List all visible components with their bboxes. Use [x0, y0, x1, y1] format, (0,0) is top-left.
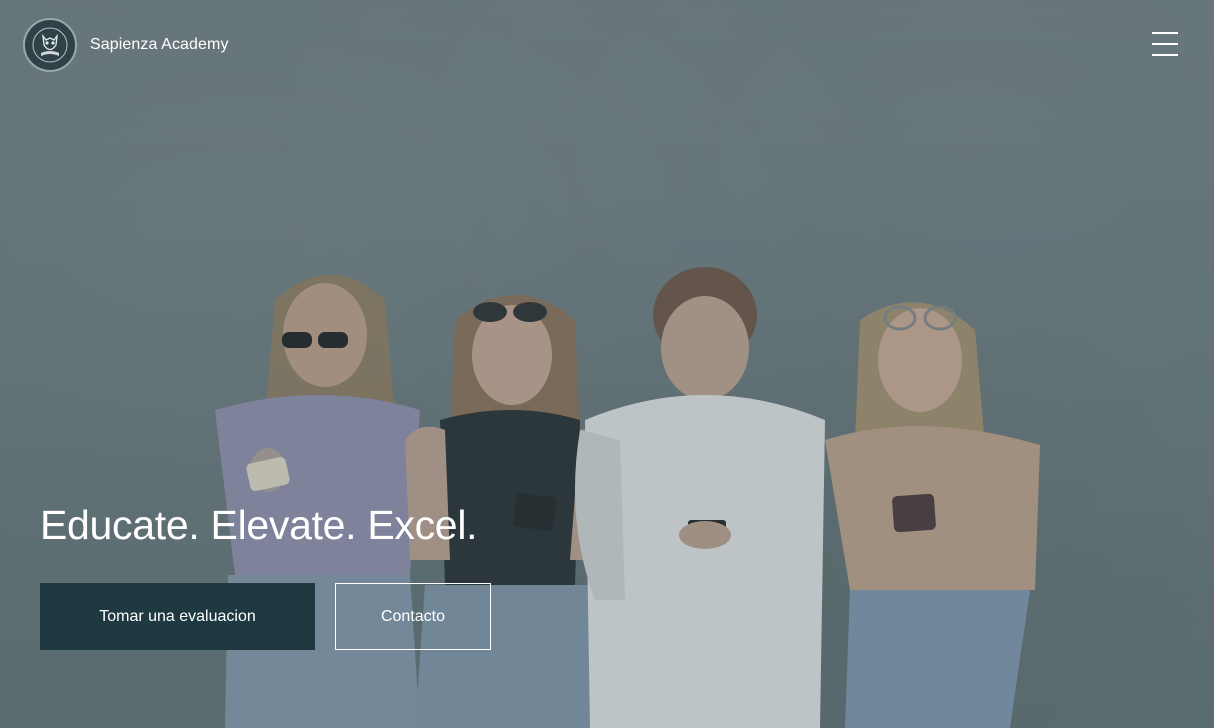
hamburger-menu-icon[interactable]	[1146, 30, 1184, 60]
menu-line	[1152, 54, 1178, 56]
menu-line	[1152, 43, 1178, 45]
hero-section: Sapienza Academy Educate. Elevate. Excel…	[0, 0, 1214, 728]
navbar: Sapienza Academy	[0, 0, 1214, 92]
take-assessment-button[interactable]: Tomar una evaluacion	[40, 583, 315, 650]
hero-headline: Educate. Elevate. Excel.	[40, 502, 478, 548]
contact-button[interactable]: Contacto	[335, 583, 491, 650]
brand-name[interactable]: Sapienza Academy	[90, 35, 229, 55]
menu-line	[1152, 32, 1178, 34]
owl-emblem-icon[interactable]	[23, 18, 77, 72]
